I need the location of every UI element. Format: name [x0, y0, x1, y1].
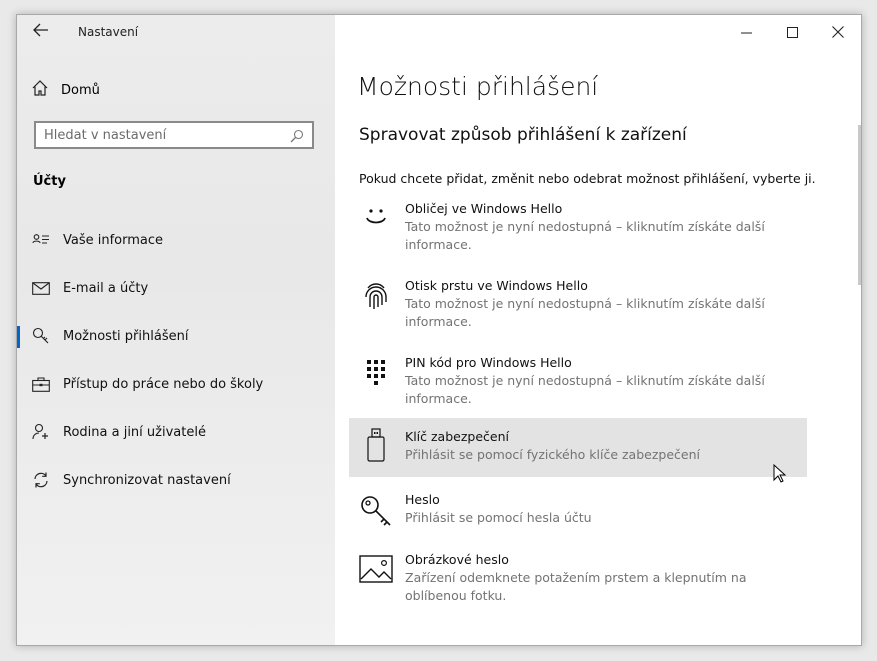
usb-key-icon	[359, 428, 393, 462]
picture-icon	[359, 555, 393, 589]
sidebar: Nastavení Domů Hledat v nastavení Účty V…	[17, 15, 335, 645]
sidebar-item-your-info[interactable]: Vaše informace	[17, 220, 335, 260]
briefcase-icon	[31, 374, 51, 394]
nav-home[interactable]: Domů	[31, 79, 100, 101]
add-user-icon	[31, 422, 51, 442]
settings-window: Nastavení Domů Hledat v nastavení Účty V…	[16, 14, 862, 646]
option-face[interactable]: Obličej ve Windows Hello Tato možnost je…	[349, 194, 807, 260]
option-description: Přihlásit se pomocí hesla účtu	[405, 510, 592, 525]
face-icon	[359, 204, 393, 238]
page-title: Možnosti přihlášení	[357, 72, 599, 101]
search-input[interactable]: Hledat v nastavení	[34, 121, 314, 149]
sidebar-item-label: Možnosti přihlášení	[63, 328, 189, 344]
maximize-icon[interactable]	[769, 15, 815, 49]
sidebar-item-label: Přístup do práce nebo do školy	[63, 376, 264, 392]
option-fingerprint[interactable]: Otisk prstu ve Windows Hello Tato možnos…	[349, 271, 807, 337]
fingerprint-icon	[359, 281, 393, 315]
option-name: Obličej ve Windows Hello	[405, 201, 563, 216]
sidebar-item-email[interactable]: E-mail a účty	[17, 268, 335, 308]
scrollbar[interactable]	[858, 125, 861, 285]
user-card-icon	[31, 230, 51, 250]
option-name: Obrázkové heslo	[405, 552, 509, 567]
nav-home-label: Domů	[61, 82, 100, 98]
section-heading: Účty	[33, 174, 66, 189]
sidebar-item-family[interactable]: Rodina a jiní uživatelé	[17, 412, 335, 452]
option-picture-password[interactable]: Obrázkové heslo Zařízení odemknete potaž…	[349, 545, 807, 611]
option-security-key[interactable]: Klíč zabezpečení Přihlásit se pomocí fyz…	[349, 418, 807, 477]
sidebar-item-sync[interactable]: Synchronizovat nastavení	[17, 460, 335, 500]
key-icon	[31, 326, 51, 346]
sidebar-item-label: Synchronizovat nastavení	[63, 472, 231, 488]
option-password[interactable]: Heslo Přihlásit se pomocí hesla účtu	[349, 485, 807, 533]
mouse-cursor-icon	[773, 463, 787, 488]
minimize-icon[interactable]	[723, 15, 769, 49]
option-description: Přihlásit se pomocí fyzického klíče zabe…	[405, 447, 700, 462]
search-placeholder: Hledat v nastavení	[44, 128, 167, 143]
mail-icon	[31, 278, 51, 298]
intro-text: Pokud chcete přidat, změnit nebo odebrat…	[359, 171, 816, 186]
option-description: Tato možnost je nyní nedostupná – kliknu…	[405, 296, 765, 329]
sidebar-item-label: Rodina a jiní uživatelé	[63, 424, 206, 440]
option-description: Tato možnost je nyní nedostupná – kliknu…	[405, 219, 765, 252]
password-key-icon	[359, 495, 393, 529]
sidebar-item-sign-in-options[interactable]: Možnosti přihlášení	[17, 316, 335, 356]
option-description: Tato možnost je nyní nedostupná – kliknu…	[405, 373, 765, 406]
search-icon	[290, 128, 304, 147]
option-pin[interactable]: PIN kód pro Windows Hello Tato možnost j…	[349, 348, 807, 414]
pin-keypad-icon	[359, 358, 393, 392]
option-name: PIN kód pro Windows Hello	[405, 355, 572, 370]
sync-icon	[31, 470, 51, 490]
back-arrow-icon[interactable]	[31, 23, 51, 41]
sidebar-item-work-school[interactable]: Přístup do práce nebo do školy	[17, 364, 335, 404]
sidebar-item-label: Vaše informace	[63, 232, 164, 248]
option-name: Otisk prstu ve Windows Hello	[405, 278, 588, 293]
close-icon[interactable]	[815, 15, 861, 49]
option-name: Heslo	[405, 492, 440, 507]
option-name: Klíč zabezpečení	[405, 429, 509, 444]
main-content: Možnosti přihlášení Spravovat způsob při…	[335, 15, 861, 645]
home-icon	[31, 79, 49, 101]
sidebar-item-label: E-mail a účty	[63, 280, 149, 296]
app-title: Nastavení	[78, 25, 139, 39]
option-description: Zařízení odemknete potažením prstem a kl…	[405, 570, 747, 603]
section-subtitle: Spravovat způsob přihlášení k zařízení	[359, 125, 687, 145]
